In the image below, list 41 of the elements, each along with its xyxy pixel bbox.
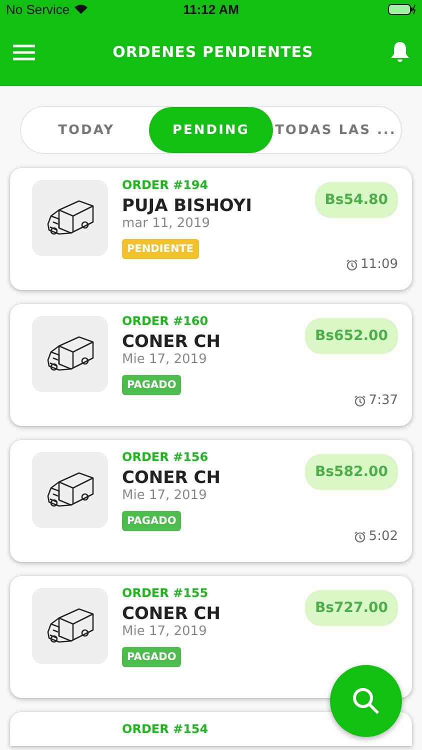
order-date: Mie 17, 2019 [122,488,207,503]
alarm-clock-icon [354,394,366,406]
clock-text: 11:12 AM [183,2,239,16]
alarm-clock-icon [354,530,366,542]
status-badge: PAGADO [122,375,182,395]
order-number: ORDER #194 [122,178,208,192]
order-time: 7:37 [368,393,398,408]
price-badge: Bs727.00 [304,590,398,626]
order-number: ORDER #160 [122,314,208,328]
customer-name: CONER CH [122,468,220,488]
alarm-clock-icon [346,258,358,270]
wifi-icon [74,4,88,14]
price-badge: Bs582.00 [304,454,398,490]
price-badge: Bs652.00 [304,318,398,354]
battery-icon [388,4,416,14]
order-number: ORDER #154 [122,722,208,736]
order-card[interactable]: ORDER #156 CONER CH Mie 17, 2019 PAGADO Bs582.00 5:02 [10,440,412,562]
bell-icon[interactable] [390,41,410,63]
order-number: ORDER #156 [122,450,208,464]
order-date: Mie 17, 2019 [122,624,207,639]
order-time: 5:02 [368,529,398,544]
order-time: 11:09 [360,257,398,272]
status-badge: PAGADO [122,511,182,531]
customer-name: CONER CH [122,604,220,624]
menu-icon[interactable] [12,44,36,60]
order-card[interactable]: ORDER #194 PUJA BISHOYI mar 11, 2019 PENDIENTE Bs54.80 11:09 [10,168,412,290]
tab[interactable]: TODAY [24,107,149,153]
status-badge: PENDIENTE [122,239,199,259]
order-date: Mie 17, 2019 [122,352,207,367]
search-icon [351,686,381,716]
page-title: ORDENES PENDIENTES [112,43,314,61]
order-number: ORDER #155 [122,586,208,600]
order-card[interactable]: ORDER #155 CONER CH Mie 17, 2019 PAGADO Bs727.00 [10,576,412,698]
price-badge: Bs54.80 [314,182,398,218]
order-card[interactable]: ORDER #160 CONER CH Mie 17, 2019 PAGADO Bs652.00 7:37 [10,304,412,426]
customer-name: PUJA BISHOYI [122,196,252,216]
status-badge: PAGADO [122,647,182,667]
carrier-text: No Service [6,2,70,16]
tab[interactable]: TODAS LAS ... [273,107,398,153]
customer-name: CONER CH [122,332,220,352]
order-date: mar 11, 2019 [122,216,210,231]
